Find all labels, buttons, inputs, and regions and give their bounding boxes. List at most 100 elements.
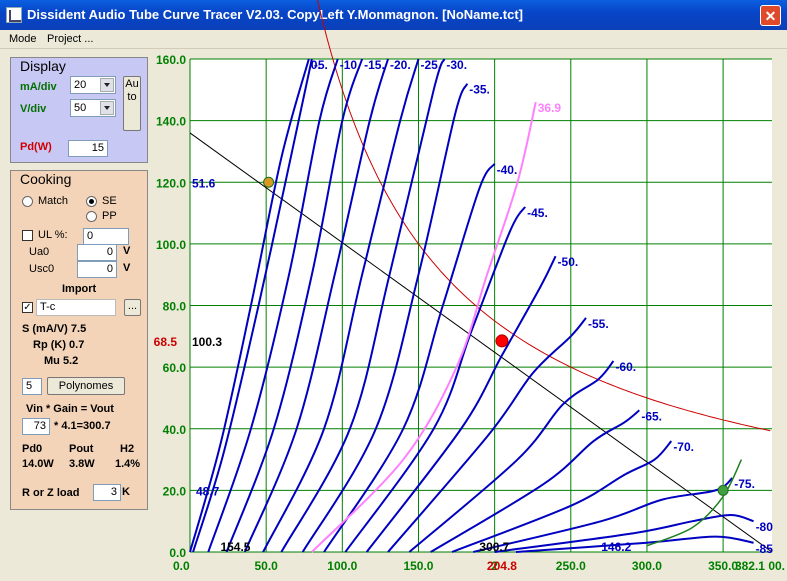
x-tick-label: 150.0 [403,559,433,573]
close-button[interactable]: ✕ [760,5,781,26]
pd0-value: 14.0W [22,458,54,470]
curve-label: -80 [756,520,774,534]
curve-label: -50. [558,255,579,269]
x-tick-label: 382.1 00. [735,559,785,573]
green-curve [646,459,743,547]
x-tick-label: 2 [491,559,498,573]
pp-radio[interactable] [86,211,97,222]
window-title: Dissident Audio Tube Curve Tracer V2.03.… [27,7,524,22]
curve-label: -65. [641,409,662,423]
plot-area [190,59,772,552]
load-label: R or Z load [22,487,80,499]
display-panel: Display mA/div 20 V/div 50 Auto Pd(W) 15 [10,57,148,163]
chevron-down-icon[interactable] [100,101,114,115]
import-input[interactable]: T-c [36,299,116,316]
pd-label: Pd(W) [20,141,52,153]
curve-label: -15. [364,58,385,72]
ua0-label: Ua0 [29,246,50,258]
match-radio[interactable] [22,196,33,207]
h2-label: H2 [120,443,135,455]
y-tick-label: 0.0 [169,546,186,560]
s-text: S (mA/V) 7.5 [22,323,87,335]
usc0-label: Usc0 [29,263,55,275]
annotation-upper-ua: 51.6 [192,176,216,190]
curve-label: 0. [311,58,321,72]
curve-label: -30. [446,58,467,72]
annotation-bottom-left: 154.5 [220,540,250,554]
curve-label: -5. [314,58,328,72]
chevron-down-icon[interactable] [100,78,114,92]
import-label: Import [62,283,97,295]
browse-button[interactable]: ... [124,299,141,316]
rp-text: Rp (K) 0.7 [33,339,85,351]
operating-point [495,334,509,348]
y-tick-label: 60.0 [163,361,187,375]
x-tick-label: 0.0 [173,559,190,573]
y-tick-label: 120.0 [156,176,186,190]
curve--5 [192,58,313,553]
y-tick-label: 40.0 [163,423,187,437]
x-highlight-label: 204.8 [487,559,517,573]
curve-label: -40. [497,163,518,177]
pd0-label: Pd0 [22,443,43,455]
curve-369 [311,101,537,553]
curve--45 [344,206,526,553]
auto-button[interactable]: Auto [123,76,141,131]
y-tick-label: 100.0 [156,238,186,252]
cooking-title: Cooking [20,171,72,187]
usc0-input[interactable]: 0 [77,261,117,278]
y-tick-label: 20.0 [163,484,187,498]
x-tick-label: 350.0 [708,559,738,573]
title-bar: Dissident Audio Tube Curve Tracer V2.03.… [0,0,787,30]
pp-label: PP [102,210,117,222]
y-tick-label: 80.0 [163,300,187,314]
ma-div-select[interactable]: 20 [70,76,116,94]
load-input[interactable]: 3 [93,484,121,501]
curve-label: -60. [615,360,636,374]
curve-label: 36.9 [538,101,562,115]
curve-label: -55. [588,317,609,331]
polynomes-button[interactable]: Polynomes [47,377,125,395]
curve--50 [365,255,557,553]
poly-input[interactable]: 5 [22,378,42,395]
gain-text: * 4.1=300.7 [54,420,111,432]
x-tick-label: 50.0 [254,559,278,573]
v-div-select[interactable]: 50 [70,99,116,117]
x-tick-label: 300.0 [632,559,662,573]
plate-curves [189,0,773,553]
ul-checkbox[interactable] [22,230,33,241]
curve--55 [387,317,587,553]
import-checkbox[interactable]: ✓ [22,302,33,313]
lower-swing-point [717,484,729,496]
power-hyperbola [316,0,771,432]
curve--75 [473,477,733,553]
app-icon [6,7,22,23]
x-tick-label: 250.0 [556,559,586,573]
curve--30 [280,58,446,553]
vin-input[interactable]: 73 [22,418,50,435]
menu-mode[interactable]: Mode [9,33,37,45]
plot-marks [263,176,729,496]
load-unit: K [122,486,130,498]
annotation-low-ia: 48.7 [196,484,220,498]
h2-value: 1.4% [115,458,141,470]
se-radio[interactable] [86,196,97,207]
match-label: Match [38,195,68,207]
curve--70 [451,440,673,553]
curve-label: -85 [756,542,774,556]
ul-label: UL %: [38,229,68,241]
menu-bar: Mode Project ... [0,30,787,49]
gain-header: Vin * Gain = Vout [26,403,114,415]
annotation-quiescent: 100.3 [192,335,222,349]
ul-input[interactable]: 0 [83,228,129,245]
curve--65 [430,409,640,553]
usc0-unit: V [123,262,131,274]
annotation-bottom-right: 146.2 [601,540,631,554]
curve-0 [189,58,310,553]
menu-project[interactable]: Project ... [47,33,93,45]
pd-input[interactable]: 15 [68,140,108,157]
curve--20 [243,58,389,553]
curve-label: -35. [469,83,490,97]
plot-labels: 0.-5. -10. -15. -20. -25. -30.-35. -40. -45. -50… [154,53,785,573]
ua0-input[interactable]: 0 [77,244,117,261]
